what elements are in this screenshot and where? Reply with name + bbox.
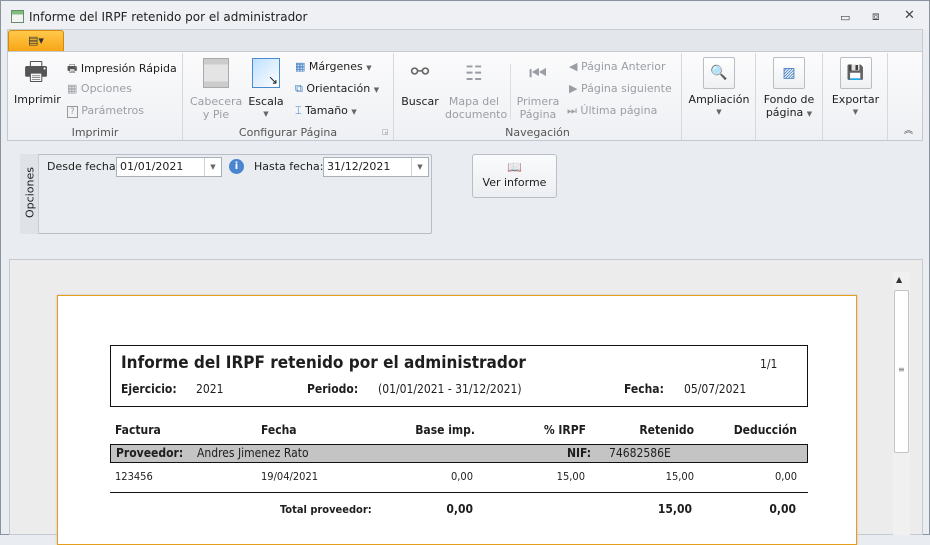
book-icon: 📖 xyxy=(507,160,522,174)
ampliacion-button[interactable]: 🔍 Ampliación ▼ xyxy=(684,57,754,119)
separator xyxy=(681,53,682,140)
dialog-launcher-icon[interactable]: ◲ xyxy=(382,128,389,136)
printer-icon: 🖶 xyxy=(23,57,49,87)
proveedor-label: Proveedor: xyxy=(116,446,184,460)
desde-fecha-input[interactable]: 01/01/2021 ▼ xyxy=(116,157,222,177)
header-footer-icon xyxy=(203,58,229,88)
buscar-button[interactable]: ⚯ Buscar xyxy=(400,58,440,108)
ejercicio-value: 2021 xyxy=(196,382,224,396)
impresion-rapida-button[interactable]: 🖶 Impresión Rápida xyxy=(67,60,177,79)
next-page-icon: ▶ xyxy=(569,82,578,95)
close-button[interactable]: ✕ xyxy=(904,8,915,23)
total-retenido: 15,00 xyxy=(657,502,692,516)
scrollbar-thumb[interactable]: ≡ xyxy=(894,290,909,453)
hasta-fecha-input[interactable]: 31/12/2021 ▼ xyxy=(323,157,429,177)
pagina-anterior-button[interactable]: ◀ Página Anterior xyxy=(569,60,666,73)
options-tab[interactable]: Opciones xyxy=(20,154,39,234)
divider xyxy=(110,492,808,493)
ultima-pagina-button[interactable]: ⏭ Última página xyxy=(567,104,657,118)
ribbon-tab-row xyxy=(7,29,923,52)
binoculars-icon: ⚯ xyxy=(410,60,430,85)
pagina-siguiente-button[interactable]: ▶ Página siguiente xyxy=(569,82,672,95)
col-fecha: Fecha xyxy=(261,423,297,437)
last-page-icon: ⏭ xyxy=(567,104,577,117)
fecha-value: 05/07/2021 xyxy=(684,382,747,396)
parametros-button[interactable]: ? Parámetros xyxy=(67,104,144,118)
first-page-icon: ⏮ xyxy=(529,61,547,85)
page-number: 1/1 xyxy=(760,357,778,371)
info-icon[interactable]: i xyxy=(229,159,244,174)
hasta-fecha-label: Hasta fecha: xyxy=(254,160,324,173)
app-icon xyxy=(11,10,24,23)
chevron-down-icon[interactable]: ▼ xyxy=(204,158,221,176)
export-icon: 💾 xyxy=(839,57,872,89)
previous-page-icon: ◀ xyxy=(569,60,578,73)
margins-icon: ▦ xyxy=(295,60,306,73)
quick-print-icon: 🖶 xyxy=(67,62,78,75)
nif-label: NIF: xyxy=(567,446,592,460)
chevron-down-icon[interactable]: ▼ xyxy=(411,158,428,176)
configurar-group-label: Configurar Página xyxy=(238,126,338,139)
imprimir-group-label: Imprimir xyxy=(71,126,119,139)
menu-icon: ▤▾ xyxy=(28,34,44,47)
report-title: Informe del IRPF retenido por el adminis… xyxy=(121,353,526,373)
separator xyxy=(887,53,888,140)
opciones-button[interactable]: ▦ Opciones xyxy=(67,82,132,95)
zoom-icon: 🔍 xyxy=(703,57,735,89)
options-icon: ▦ xyxy=(67,82,78,95)
scroll-up-icon[interactable]: ▲ xyxy=(896,275,902,284)
scale-icon: ↘ xyxy=(252,58,280,88)
mapa-documento-button[interactable]: ☷ Mapa del documento xyxy=(445,58,507,121)
minimize-button[interactable]: ▭ xyxy=(840,11,850,24)
application-menu-button[interactable]: ▤▾ xyxy=(8,30,64,52)
col-deduccion: Deducción xyxy=(733,423,797,437)
collapse-ribbon-icon[interactable]: ︽ xyxy=(904,123,913,136)
periodo-label: Periodo: xyxy=(307,382,359,396)
size-icon: ⌶ xyxy=(295,104,302,117)
total-deduccion: 0,00 xyxy=(769,502,796,516)
col-retenido: Retenido xyxy=(639,423,694,437)
margenes-button[interactable]: ▦ Márgenes ▼ xyxy=(295,60,372,73)
escala-button[interactable]: ↘ Escala ▼ xyxy=(246,58,286,121)
navegacion-group-label: Navegación xyxy=(505,126,570,139)
separator xyxy=(755,53,756,140)
orientation-icon: ⧉ xyxy=(295,82,303,95)
fecha-label: Fecha: xyxy=(624,382,664,396)
document-map-icon: ☷ xyxy=(465,61,483,85)
separator xyxy=(510,64,511,119)
tamano-button[interactable]: ⌶ Tamaño ▼ xyxy=(295,104,357,118)
fondo-pagina-button[interactable]: ▨ Fondo de página ▼ xyxy=(757,57,821,121)
page-background-icon: ▨ xyxy=(773,57,805,89)
ver-informe-button[interactable]: 📖 Ver informe xyxy=(472,154,557,198)
col-base-imp: Base imp. xyxy=(415,423,475,437)
proveedor-name: Andres Jimenez Rato xyxy=(197,446,309,460)
nif-value: 74682586E xyxy=(609,446,671,460)
total-base: 0,00 xyxy=(446,502,473,516)
separator xyxy=(822,53,823,140)
exportar-button[interactable]: 💾 Exportar ▼ xyxy=(824,57,887,119)
window-title: Informe del IRPF retenido por el adminis… xyxy=(29,10,308,24)
col-factura: Factura xyxy=(115,423,161,437)
primera-pagina-button[interactable]: ⏮ Primera Página xyxy=(515,58,561,121)
imprimir-button[interactable]: 🖶 Imprimir xyxy=(14,57,61,106)
periodo-value: (01/01/2021 - 31/12/2021) xyxy=(378,382,522,396)
ejercicio-label: Ejercicio: xyxy=(121,382,177,396)
parameters-icon: ? xyxy=(67,106,78,118)
desde-fecha-label: Desde fecha: xyxy=(47,160,120,173)
cabecera-pie-button[interactable]: Cabecera y Pie xyxy=(190,58,242,121)
restore-button[interactable]: ⧈ xyxy=(872,9,880,24)
total-label: Total proveedor: xyxy=(280,503,372,516)
col-irpf: % IRPF xyxy=(543,423,586,437)
orientacion-button[interactable]: ⧉ Orientación ▼ xyxy=(295,82,379,96)
